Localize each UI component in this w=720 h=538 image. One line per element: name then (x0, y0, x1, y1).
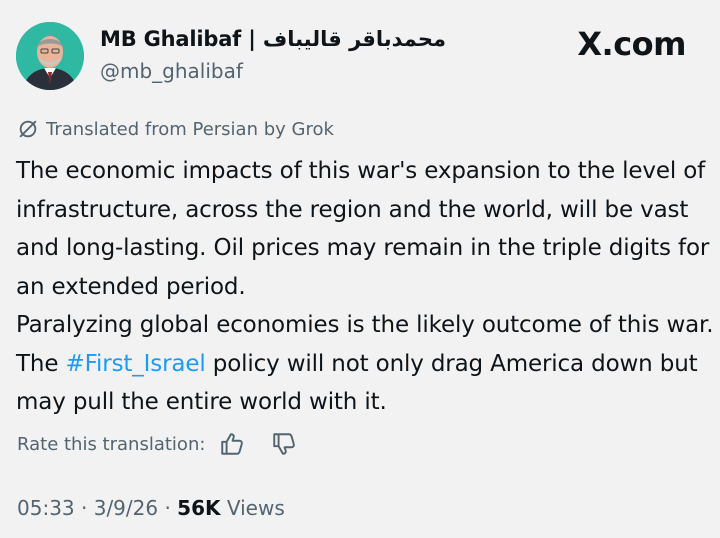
author-name[interactable]: MB Ghalibaf | محمدباقر قالیباف (100, 27, 446, 51)
post-time[interactable]: 05:33 (17, 496, 75, 520)
post-paragraph-1: The economic impacts of this war's expan… (16, 158, 710, 300)
rate-translation-label: Rate this translation: (17, 433, 206, 455)
post-paragraph-2: Paralyzing global economies is the likel… (16, 306, 714, 422)
post-body: The economic impacts of this war's expan… (16, 152, 714, 422)
author-handle[interactable]: @mb_ghalibaf (100, 59, 243, 83)
post-meta: 05:33 · 3/9/26 · 56K Views (17, 496, 285, 520)
rate-translation: Rate this translation: (17, 431, 297, 457)
avatar-photo (16, 22, 84, 90)
grok-translate-icon (19, 120, 37, 138)
brand-label: X.com (577, 25, 686, 63)
thumbs-down-icon[interactable] (271, 431, 297, 457)
translation-notice: Translated from Persian by Grok (17, 118, 334, 140)
meta-separator: · (158, 496, 178, 520)
translation-label: Translated from Persian by Grok (46, 118, 334, 140)
thumbs-up-icon[interactable] (219, 431, 245, 457)
meta-separator: · (74, 496, 94, 520)
views-label: Views (226, 496, 285, 520)
views-count: 56K (177, 496, 221, 520)
hashtag-link[interactable]: #First_Israel (66, 351, 206, 377)
post-date[interactable]: 3/9/26 (94, 496, 158, 520)
brand-logo: X.com (577, 25, 686, 63)
avatar[interactable] (16, 22, 84, 90)
